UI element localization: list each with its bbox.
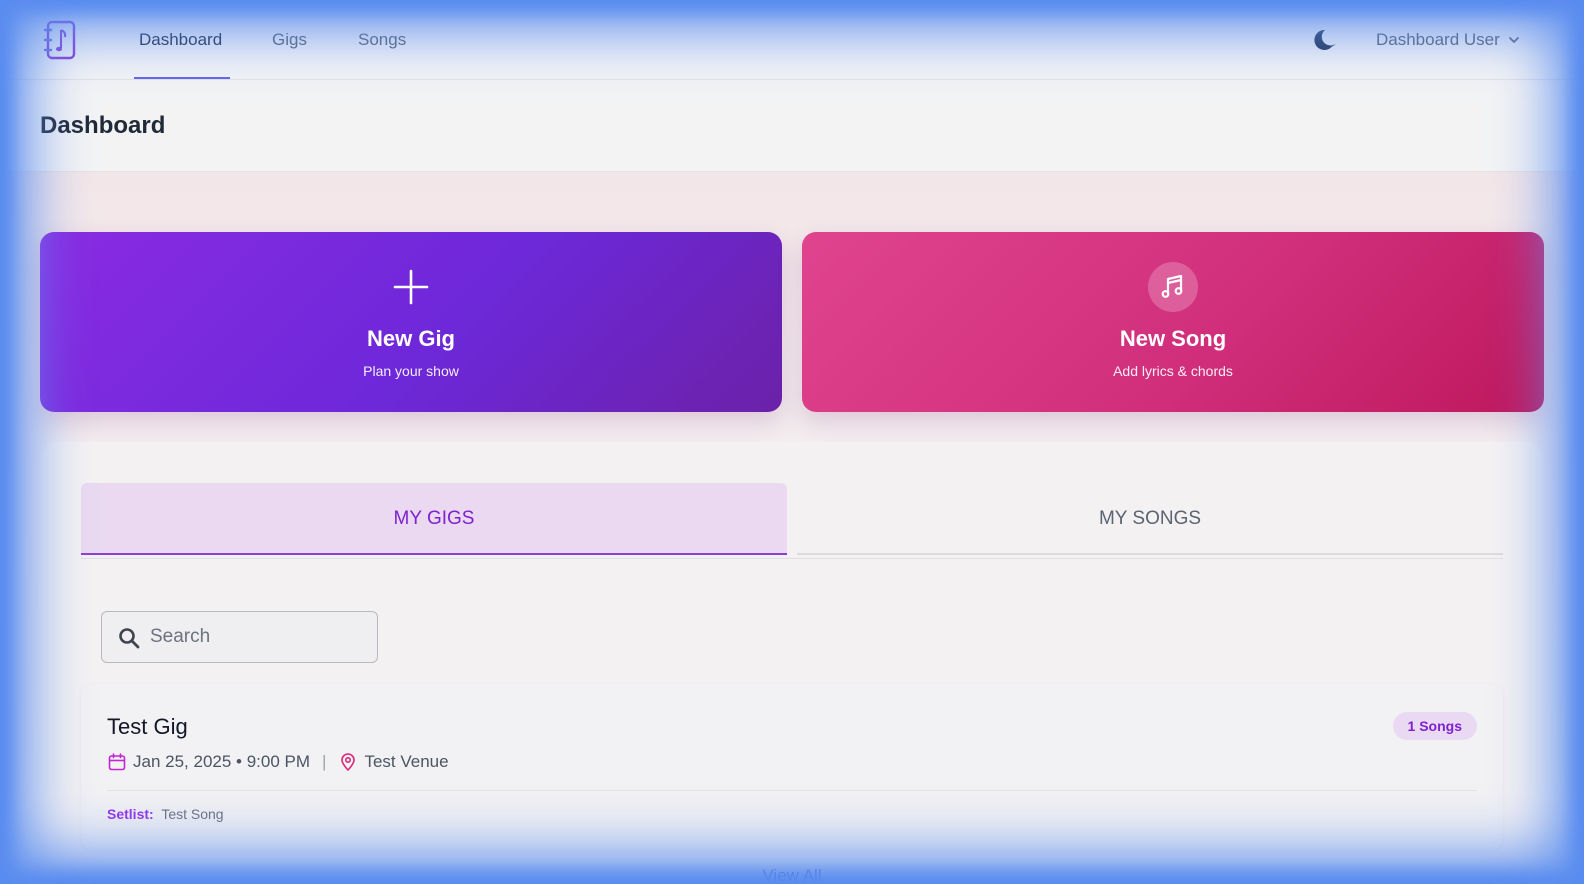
user-menu[interactable]: Dashboard User: [1376, 30, 1520, 50]
view-all-link[interactable]: View All: [0, 866, 1584, 884]
active-nav-indicator: [134, 77, 230, 79]
page-header: Dashboard: [0, 80, 1584, 172]
user-name: Dashboard User: [1376, 30, 1500, 49]
new-song-subtitle: Add lyrics & chords: [1113, 363, 1233, 379]
music-note-icon: [1148, 262, 1198, 312]
tab-my-gigs[interactable]: MY GIGS: [81, 483, 787, 555]
new-song-title: New Song: [1119, 326, 1227, 351]
gig-venue: Test Venue: [364, 752, 449, 771]
moon-icon[interactable]: [1312, 26, 1340, 54]
gig-setlist: Setlist: Test Song: [107, 806, 224, 822]
setlist-songs: Test Song: [161, 806, 224, 822]
search-icon: [119, 628, 140, 649]
nav-link-gigs[interactable]: Gigs: [272, 30, 307, 50]
gig-card[interactable]: Test Gig 1 Songs Jan 25, 2025 • 9:00 PM …: [81, 684, 1503, 850]
new-gig-card[interactable]: New Gig Plan your show: [40, 232, 782, 412]
plus-icon: [393, 269, 429, 305]
calendar-icon: [108, 753, 126, 771]
gig-card-divider: [107, 790, 1477, 791]
setlist-label: Setlist:: [107, 806, 154, 822]
new-gig-title: New Gig: [366, 326, 455, 351]
nav-link-songs[interactable]: Songs: [358, 30, 406, 50]
song-count-badge: 1 Songs: [1392, 712, 1477, 740]
gig-date-time: Jan 25, 2025 • 9:00 PM: [133, 752, 311, 771]
top-navbar: Dashboard Gigs Songs Dashboard User: [0, 0, 1584, 80]
search-box: [101, 611, 378, 663]
tab-my-songs[interactable]: MY SONGS: [797, 483, 1503, 555]
nav-link-dashboard[interactable]: Dashboard: [139, 30, 222, 50]
tabs-divider: [81, 558, 1503, 559]
gig-title: Test Gig: [107, 714, 188, 739]
meta-separator: |: [322, 752, 327, 771]
search-input[interactable]: [150, 612, 370, 662]
new-gig-subtitle: Plan your show: [363, 363, 459, 379]
new-song-card[interactable]: New Song Add lyrics & chords: [802, 232, 1544, 412]
gig-meta: Jan 25, 2025 • 9:00 PM | Test Venue: [107, 752, 449, 772]
songbook-logo-icon[interactable]: [42, 20, 78, 60]
location-pin-icon: [341, 753, 356, 772]
chevron-down-icon: [1508, 37, 1519, 43]
page-title: Dashboard: [40, 112, 166, 139]
